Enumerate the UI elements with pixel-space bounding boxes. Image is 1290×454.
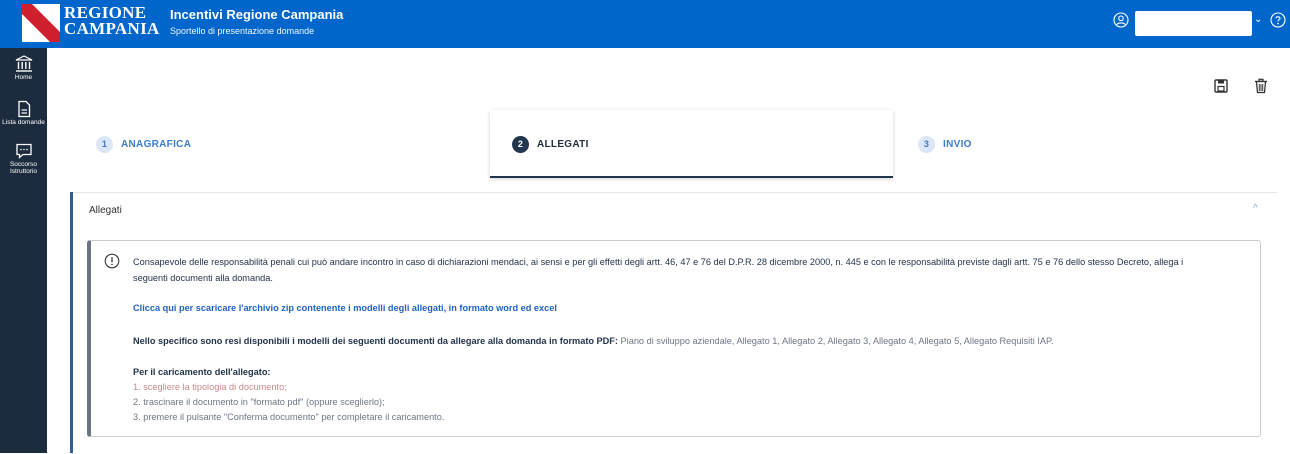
info-text-line-2: seguenti documenti alla domanda.: [133, 273, 273, 283]
section-accent-bar: [70, 192, 73, 453]
step-number: 2: [512, 135, 529, 153]
document-icon: [17, 100, 30, 118]
step-label: INVIO: [943, 138, 972, 150]
regione-campania-logo-icon: [22, 4, 60, 42]
download-zip-link[interactable]: Clicca qui per scaricare l'archivio zip …: [133, 301, 557, 315]
step-invio[interactable]: 3 INVIO: [918, 135, 972, 153]
user-circle-icon[interactable]: [1113, 12, 1129, 28]
trash-icon[interactable]: [1253, 78, 1269, 94]
logo-line-2: CAMPANIA: [64, 19, 160, 38]
chat-icon: [15, 143, 32, 159]
section-title: Allegati: [89, 205, 122, 216]
info-detail-line: Nello specifico sono resi disponibili i …: [133, 334, 1054, 348]
detail-list-text: Piano di sviluppo aziendale, Allegato 1,…: [617, 336, 1054, 346]
upload-instructions-title: Per il caricamento dell'allegato:: [133, 367, 271, 377]
info-circle-icon: [104, 253, 120, 269]
user-name-box[interactable]: [1135, 11, 1252, 36]
step-number: 3: [918, 135, 935, 153]
app-title: Incentivi Regione Campania: [170, 7, 344, 22]
help-circle-icon[interactable]: [1270, 12, 1286, 28]
sidebar-item-lista-domande[interactable]: Lista domande: [0, 100, 47, 126]
sidebar-item-soccorso-istruttorio[interactable]: Soccorso Istruttorio: [0, 142, 47, 175]
sidebar: Home Lista domande Soccorso Istruttorio: [0, 48, 47, 453]
chevron-down-icon[interactable]: ⌄: [1254, 14, 1262, 25]
sidebar-item-home[interactable]: Home: [0, 55, 47, 81]
info-text-line-1: Consapevole delle responsabilità penali …: [133, 257, 1184, 267]
top-bar: REGIONE CAMPANIA Incentivi Regione Campa…: [0, 0, 1290, 48]
logo-text[interactable]: REGIONE CAMPANIA: [64, 4, 160, 38]
save-icon[interactable]: [1213, 78, 1229, 94]
step-label: ANAGRAFICA: [121, 138, 192, 150]
upload-step-2: 2. trascinare il documento in "formato p…: [133, 397, 385, 407]
upload-step-3: 3. premere il pulsante "Conferma documen…: [133, 412, 445, 422]
step-number: 1: [96, 135, 113, 153]
bank-icon: [15, 55, 32, 72]
step-allegati[interactable]: 2 ALLEGATI: [512, 135, 589, 153]
app-subtitle: Sportello di presentazione domande: [170, 26, 315, 36]
upload-step-1: 1. scegliere la tipologia di documento;: [133, 382, 287, 392]
step-anagrafica[interactable]: 1 ANAGRAFICA: [96, 135, 191, 153]
step-label: ALLEGATI: [537, 138, 589, 150]
sidebar-item-label: Soccorso Istruttorio: [9, 161, 38, 175]
sidebar-item-label: Lista domande: [2, 119, 45, 126]
sidebar-item-label: Home: [14, 74, 33, 81]
collapse-chevron-icon[interactable]: ^: [1253, 203, 1258, 214]
detail-bold-text: Nello specifico sono resi disponibili i …: [133, 336, 618, 346]
